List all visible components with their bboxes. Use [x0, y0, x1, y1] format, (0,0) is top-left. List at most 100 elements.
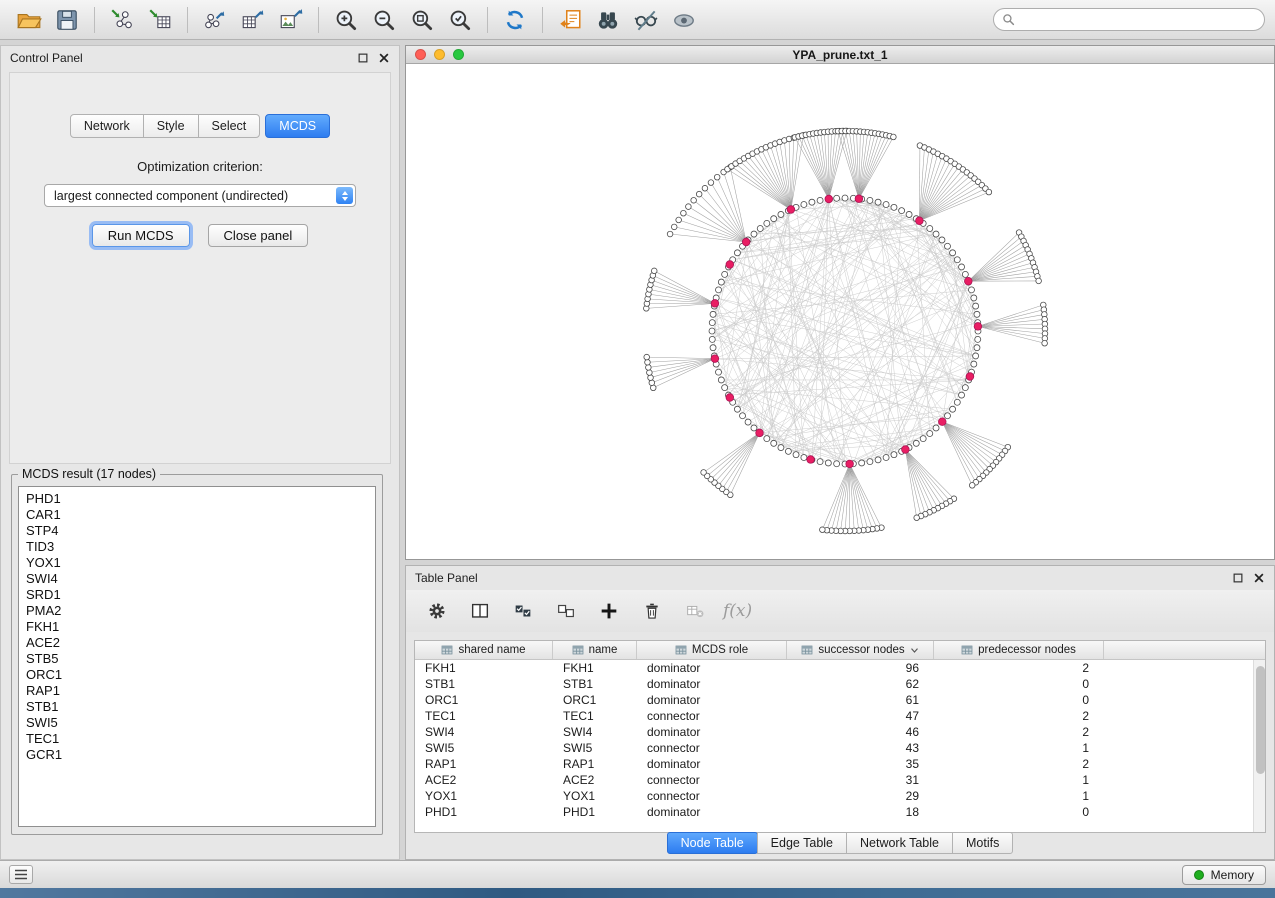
mcds-result-item[interactable]: PHD1: [26, 491, 368, 507]
list-menu-icon: [14, 869, 28, 880]
tab-motifs[interactable]: Motifs: [952, 832, 1013, 854]
column-header-shared-name[interactable]: shared name: [415, 641, 553, 659]
export-network-button[interactable]: [196, 4, 234, 36]
run-mcds-button[interactable]: Run MCDS: [92, 224, 190, 247]
mcds-result-list[interactable]: PHD1CAR1STP4TID3YOX1SWI4SRD1PMA2FKH1ACE2…: [18, 486, 376, 827]
table-scrollbar-thumb[interactable]: [1256, 666, 1265, 774]
import-table-disabled-button[interactable]: [680, 597, 710, 625]
table-cell: connector: [637, 709, 787, 723]
table-row[interactable]: PHD1PHD1dominator180: [415, 804, 1265, 820]
close-mcds-panel-button[interactable]: Close panel: [208, 224, 309, 247]
table-cell: 2: [934, 661, 1104, 675]
mcds-result-item[interactable]: STP4: [26, 523, 368, 539]
maximize-window-icon[interactable]: [453, 49, 464, 60]
close-window-icon[interactable]: [415, 49, 426, 60]
table-row[interactable]: RAP1RAP1dominator352: [415, 756, 1265, 772]
table-row[interactable]: YOX1YOX1connector291: [415, 788, 1265, 804]
mcds-result-item[interactable]: SWI4: [26, 571, 368, 587]
mcds-result-group: MCDS result (17 nodes) PHD1CAR1STP4TID3Y…: [11, 467, 383, 835]
table-row[interactable]: SWI5SWI5connector431: [415, 740, 1265, 756]
mcds-result-item[interactable]: STB5: [26, 651, 368, 667]
zoom-fit-button[interactable]: [403, 4, 441, 36]
glasses-icon: [633, 7, 659, 33]
column-header-predecessor-nodes[interactable]: predecessor nodes: [934, 641, 1104, 659]
table-row[interactable]: ACE2ACE2connector311: [415, 772, 1265, 788]
tab-network[interactable]: Network: [70, 114, 144, 138]
clear-checks-button[interactable]: [551, 597, 581, 625]
mcds-result-item[interactable]: PMA2: [26, 603, 368, 619]
minimize-window-icon[interactable]: [434, 49, 445, 60]
zoom-selected-button[interactable]: [441, 4, 479, 36]
mcds-result-item[interactable]: SRD1: [26, 587, 368, 603]
float-table-panel-icon[interactable]: [1232, 572, 1244, 584]
close-panel-icon[interactable]: [378, 52, 390, 64]
table-cell: ACE2: [553, 773, 637, 787]
search-box[interactable]: [993, 8, 1265, 31]
export-image-button[interactable]: [272, 4, 310, 36]
glasses-button[interactable]: [627, 4, 665, 36]
mcds-result-item[interactable]: STB1: [26, 699, 368, 715]
zoom-out-button[interactable]: [365, 4, 403, 36]
float-panel-icon[interactable]: [357, 52, 369, 64]
function-builder-button[interactable]: f(x): [723, 601, 752, 621]
table-row[interactable]: ORC1ORC1dominator610: [415, 692, 1265, 708]
import-table-icon: [147, 7, 173, 33]
close-table-panel-icon[interactable]: [1253, 572, 1265, 584]
binoculars-button[interactable]: [589, 4, 627, 36]
mcds-result-item[interactable]: SWI5: [26, 715, 368, 731]
mcds-result-item[interactable]: GCR1: [26, 747, 368, 763]
gear-button[interactable]: [422, 597, 452, 625]
mcds-result-item[interactable]: CAR1: [26, 507, 368, 523]
eye-button[interactable]: [665, 4, 703, 36]
column-header-MCDS-role[interactable]: MCDS role: [637, 641, 787, 659]
table-cell: 1: [934, 741, 1104, 755]
control-panel-header: Control Panel: [1, 46, 399, 70]
share-document-button[interactable]: [551, 4, 589, 36]
mcds-result-item[interactable]: TEC1: [26, 731, 368, 747]
select-all-checks-button[interactable]: [508, 597, 538, 625]
delete-column-button[interactable]: [637, 597, 667, 625]
table-row[interactable]: FKH1FKH1dominator962: [415, 660, 1265, 676]
share-document-icon: [557, 7, 583, 33]
tab-network-table[interactable]: Network Table: [846, 832, 953, 854]
tab-select[interactable]: Select: [198, 114, 261, 138]
table-cell: dominator: [637, 805, 787, 819]
table-cell: 35: [787, 757, 934, 771]
table-row[interactable]: STB1STB1dominator620: [415, 676, 1265, 692]
tab-edge-table[interactable]: Edge Table: [757, 832, 847, 854]
network-canvas[interactable]: [406, 64, 1274, 559]
table-panel: Table Panel f(x) shared namenameMCDS rol…: [405, 565, 1275, 860]
panel-menu-button[interactable]: [9, 865, 33, 884]
main-toolbar: [0, 0, 1275, 40]
mcds-result-item[interactable]: ACE2: [26, 635, 368, 651]
column-header-successor-nodes[interactable]: successor nodes: [787, 641, 934, 659]
save-button[interactable]: [48, 4, 86, 36]
column-header-name[interactable]: name: [553, 641, 637, 659]
mcds-result-item[interactable]: ORC1: [26, 667, 368, 683]
table-row[interactable]: TEC1TEC1connector472: [415, 708, 1265, 724]
refresh-button[interactable]: [496, 4, 534, 36]
tab-mcds[interactable]: MCDS: [265, 114, 330, 138]
tab-node-table[interactable]: Node Table: [667, 832, 758, 854]
open-folder-button[interactable]: [10, 4, 48, 36]
zoom-in-button[interactable]: [327, 4, 365, 36]
mcds-result-item[interactable]: TID3: [26, 539, 368, 555]
tab-style[interactable]: Style: [143, 114, 199, 138]
toolbar-separator: [487, 7, 488, 33]
mcds-result-item[interactable]: FKH1: [26, 619, 368, 635]
import-network-button[interactable]: [103, 4, 141, 36]
mcds-result-item[interactable]: RAP1: [26, 683, 368, 699]
column-header-filler: [1104, 641, 1265, 659]
toolbar-separator: [318, 7, 319, 33]
add-column-button[interactable]: [594, 597, 624, 625]
table-scrollbar[interactable]: [1253, 660, 1265, 832]
search-input[interactable]: [1021, 13, 1256, 27]
table-row[interactable]: SWI4SWI4dominator462: [415, 724, 1265, 740]
export-table-button[interactable]: [234, 4, 272, 36]
memory-button[interactable]: Memory: [1182, 865, 1266, 885]
mcds-result-item[interactable]: YOX1: [26, 555, 368, 571]
optimization-criterion-select[interactable]: largest connected component (undirected): [44, 184, 356, 207]
split-panel-button[interactable]: [465, 597, 495, 625]
network-window-titlebar[interactable]: YPA_prune.txt_1: [406, 46, 1274, 64]
import-table-button[interactable]: [141, 4, 179, 36]
